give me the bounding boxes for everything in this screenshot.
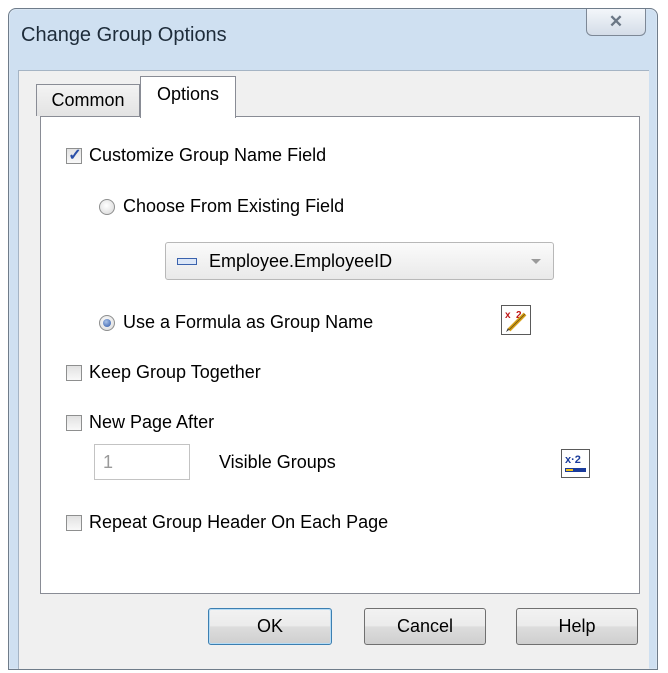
field-dropdown[interactable]: Employee.EmployeeID xyxy=(165,242,554,280)
keep-group-together-label: Keep Group Together xyxy=(89,362,261,382)
chevron-down-icon[interactable] xyxy=(531,259,541,264)
use-formula-label: Use a Formula as Group Name xyxy=(123,312,374,332)
visible-groups-formula-button[interactable]: x·2 xyxy=(561,449,590,478)
field-dropdown-value: Employee.EmployeeID xyxy=(209,250,393,271)
repeat-header-row[interactable]: Repeat Group Header On Each Page xyxy=(66,512,388,533)
visible-groups-value: 1 xyxy=(103,451,114,472)
choose-existing-row[interactable]: Choose From Existing Field xyxy=(99,196,344,217)
keep-group-together-row[interactable]: Keep Group Together xyxy=(66,362,261,383)
field-icon xyxy=(177,257,197,265)
tab-common-label: Common xyxy=(51,90,125,110)
visible-groups-input[interactable]: 1 xyxy=(94,444,190,480)
customize-group-name-checkbox[interactable]: ✓ xyxy=(66,146,82,164)
visible-groups-caption: Visible Groups xyxy=(219,452,336,473)
formula-pencil-icon: x 2 xyxy=(505,310,527,332)
help-button[interactable]: Help xyxy=(516,608,638,645)
customize-group-name-label: Customize Group Name Field xyxy=(89,145,327,165)
repeat-header-checkbox[interactable] xyxy=(66,514,82,531)
new-page-after-label: New Page After xyxy=(89,412,215,432)
repeat-header-label: Repeat Group Header On Each Page xyxy=(89,512,389,532)
visible-groups-label: Visible Groups xyxy=(219,452,336,472)
ok-button[interactable]: OK xyxy=(208,608,332,645)
tab-options-label: Options xyxy=(156,84,220,104)
checkmark-icon: ✓ xyxy=(68,146,82,164)
use-formula-row[interactable]: Use a Formula as Group Name xyxy=(99,312,373,333)
tab-common[interactable]: Common xyxy=(36,84,140,116)
close-button[interactable]: ✕ xyxy=(586,9,646,36)
svg-text:x: x xyxy=(505,310,511,321)
choose-existing-label: Choose From Existing Field xyxy=(123,196,345,216)
formula-icon: x·2 xyxy=(565,454,586,472)
customize-group-name-row[interactable]: ✓ Customize Group Name Field xyxy=(66,145,326,166)
use-formula-radio[interactable] xyxy=(99,314,115,331)
tab-options[interactable]: Options xyxy=(140,76,236,118)
formula-editor-button[interactable]: x 2 xyxy=(501,305,531,335)
dialog-title: Change Group Options xyxy=(21,24,227,46)
new-page-after-row[interactable]: New Page After xyxy=(66,412,214,433)
cancel-button[interactable]: Cancel xyxy=(364,608,486,645)
new-page-after-checkbox[interactable] xyxy=(66,414,82,431)
radio-selected-dot xyxy=(103,318,111,327)
choose-existing-radio[interactable] xyxy=(99,198,115,215)
formula-glyph: x·2 xyxy=(565,454,581,466)
close-icon: ✕ xyxy=(608,12,624,31)
keep-group-together-checkbox[interactable] xyxy=(66,364,82,381)
